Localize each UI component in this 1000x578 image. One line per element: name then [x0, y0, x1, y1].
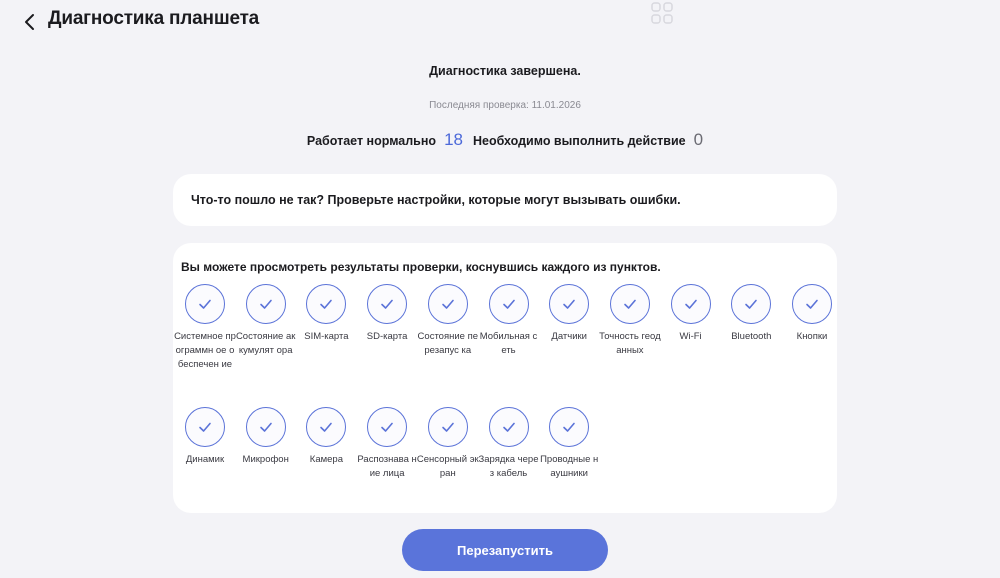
check-icon: [381, 299, 393, 309]
diagnostic-item-label: Датчики: [551, 331, 587, 342]
diagnostic-item-label: SIM-карта: [304, 331, 349, 342]
diagnostic-item-label: Wi-Fi: [679, 331, 702, 342]
settings-warning-text: Что-то пошло не так? Проверьте настройки…: [191, 193, 681, 207]
apps-button[interactable]: [641, 0, 683, 30]
diagnostic-item-label: Зарядка через кабель: [478, 454, 539, 479]
action-count: 0: [693, 130, 704, 149]
check-circle: [245, 407, 286, 447]
diagnostic-item-label: Кнопки: [796, 331, 828, 342]
check-icon: [199, 422, 211, 432]
diagnostic-item-label: Проводные наушники: [540, 454, 599, 479]
diagnostic-item[interactable]: Точность геоданных: [599, 284, 661, 358]
check-icon: [441, 422, 454, 432]
check-circle: [427, 284, 468, 324]
back-button[interactable]: [18, 10, 42, 34]
check-icon: [320, 299, 333, 309]
diagnostic-item[interactable]: Камера: [295, 407, 357, 467]
diagnostic-item-label: Распознава ние лица: [357, 454, 417, 479]
check-circle: [185, 407, 225, 447]
grid-icon: [651, 2, 673, 24]
check-circle: [549, 407, 590, 447]
check-icon: [441, 299, 454, 309]
check-circle: [367, 284, 408, 324]
diagnostic-item-label: Состояние перезапус ка: [417, 331, 479, 356]
diagnostic-item[interactable]: SIM-карта: [295, 284, 357, 344]
diagnostic-item[interactable]: Wi-Fi: [660, 284, 722, 344]
diagnostic-item[interactable]: Системное программн ое обеспечен ие: [174, 284, 236, 372]
diagnostic-item-label: SD-карта: [366, 331, 408, 342]
diagnostic-item[interactable]: Проводные наушники: [538, 407, 600, 481]
check-circle: [306, 284, 347, 324]
results-card: Вы можете просмотреть результаты проверк…: [173, 243, 837, 513]
check-circle: [609, 284, 650, 324]
check-circle: [427, 407, 468, 447]
check-circle: [185, 284, 225, 324]
ok-count: 18: [444, 130, 463, 149]
diagnostic-item[interactable]: Bluetooth: [720, 284, 782, 344]
check-circle: [488, 284, 529, 324]
chevron-left-icon: [25, 14, 34, 30]
check-circle: [670, 284, 711, 324]
diagnostic-item[interactable]: Микрофон: [235, 407, 297, 467]
ok-label: Работает нормально: [306, 134, 437, 148]
diagnostic-item[interactable]: Мобильная сеть: [478, 284, 540, 358]
diagnostic-item-label: Состояние аккумулят ора: [235, 331, 296, 356]
check-icon: [502, 299, 515, 309]
check-circle: [488, 407, 529, 447]
diagnostic-item-label: Мобильная сеть: [479, 331, 538, 356]
check-icon: [320, 422, 333, 432]
diagnostic-item[interactable]: Распознава ние лица: [356, 407, 418, 481]
check-icon: [563, 299, 575, 309]
restart-button[interactable]: Перезапустить: [402, 529, 608, 571]
diagnostic-item-label: Микрофон: [242, 454, 289, 465]
settings-warning-card[interactable]: Что-то пошло не так? Проверьте настройки…: [173, 174, 837, 226]
diagnostic-item-label: Точность геоданных: [599, 331, 661, 356]
diagnostic-item-label: Камера: [309, 454, 343, 465]
check-circle: [306, 407, 347, 447]
diagnostic-item[interactable]: Состояние аккумулят ора: [235, 284, 297, 358]
diagnostic-item-label: Сенсорный экран: [416, 454, 479, 479]
check-icon: [563, 422, 575, 432]
diagnostic-item[interactable]: Состояние перезапус ка: [417, 284, 479, 358]
check-icon: [381, 422, 393, 432]
last-check-date: Последняя проверка: 11.01.2026: [429, 100, 581, 111]
check-icon: [259, 299, 272, 309]
diagnostic-item[interactable]: SD-карта: [356, 284, 418, 344]
diagnostic-item[interactable]: Датчики: [538, 284, 600, 344]
check-circle: [367, 407, 408, 447]
check-circle: [731, 284, 772, 324]
diagnostics-status: Диагностика завершена.: [429, 64, 581, 78]
check-circle: [245, 284, 286, 324]
diagnostic-item[interactable]: Кнопки: [781, 284, 843, 344]
check-icon: [502, 422, 515, 432]
diagnostic-item-label: Bluetooth: [731, 331, 772, 342]
action-label: Необходимо выполнить действие: [472, 134, 686, 148]
diagnostic-item-label: Динамик: [185, 454, 225, 465]
check-icon: [745, 299, 758, 309]
diagnostic-item[interactable]: Динамик: [174, 407, 236, 467]
diagnostic-item-label: Системное программн ое обеспечен ие: [174, 331, 236, 370]
diagnostic-item[interactable]: Зарядка через кабель: [478, 407, 540, 481]
check-icon: [624, 299, 636, 309]
check-circle: [549, 284, 590, 324]
check-icon: [684, 299, 697, 309]
check-icon: [259, 422, 272, 432]
check-icon: [199, 299, 211, 309]
check-icon: [806, 299, 818, 309]
result-counts: Работает нормально 18 Необходимо выполни…: [0, 130, 1000, 150]
page: Диагностика планшета Диагностика заверше…: [0, 0, 1000, 578]
diagnostic-item[interactable]: Сенсорный экран: [417, 407, 479, 481]
results-hint: Вы можете просмотреть результаты проверк…: [181, 260, 661, 274]
check-circle: [792, 284, 832, 324]
page-title: Диагностика планшета: [48, 8, 260, 29]
